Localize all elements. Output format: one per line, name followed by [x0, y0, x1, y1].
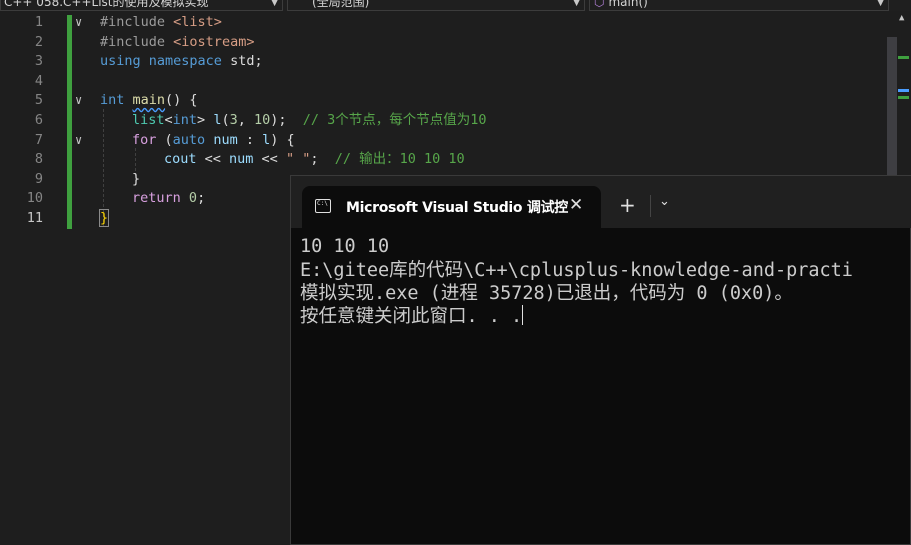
fold-chevron-icon[interactable]: ∨	[75, 131, 82, 151]
chevron-down-icon[interactable]: ⌄	[659, 194, 670, 209]
new-tab-button[interactable]: +	[619, 195, 636, 215]
line-number: 3	[34, 53, 43, 70]
chevron-down-icon: ▼	[573, 0, 580, 8]
line-number: 9	[34, 170, 43, 187]
code-line: int main() {	[100, 92, 198, 109]
console-output-line: 按任意键关闭此窗口. . .	[300, 305, 524, 328]
text-cursor	[522, 305, 524, 325]
fold-chevron-icon[interactable]: ∨	[75, 13, 82, 33]
function-cube-icon: ⬡	[594, 0, 605, 9]
project-name: C++ 058.C++List的使用及模拟实现	[4, 0, 209, 9]
scroll-error-marker	[898, 89, 909, 92]
line-number: 1	[34, 14, 43, 30]
scope-dropdown[interactable]: (全局范围) ▼	[287, 0, 585, 11]
project-dropdown[interactable]: C++ 058.C++List的使用及模拟实现 ▼	[0, 0, 283, 11]
code-line: for (auto num : l) {	[132, 131, 295, 148]
console-output-line: 模拟实现.exe (进程 35728)已退出，代码为 0 (0x0)。	[300, 283, 793, 304]
code-line: return 0;	[132, 190, 206, 207]
chevron-down-icon: ▼	[271, 0, 278, 8]
code-line: cout << num << " "; // 输出：10 10 10	[164, 151, 465, 168]
scope-name: (全局范围)	[312, 0, 370, 9]
code-line: list<int> l(3, 10); // 3个节点，每个节点值为10	[132, 112, 487, 128]
code-line: #include <list>	[100, 14, 222, 30]
console-output-line: E:\gitee库的代码\C++\cplusplus-knowledge-and…	[300, 260, 853, 281]
scroll-change-marker	[898, 56, 909, 59]
code-line: }	[132, 170, 141, 187]
line-number: 6	[34, 112, 43, 128]
line-number: 4	[34, 72, 43, 89]
scroll-change-marker	[898, 96, 909, 99]
console-tab-strip: Microsoft Visual Studio 调试控 ✕ + ⌄	[291, 176, 911, 228]
chevron-down-icon: ▼	[877, 0, 884, 8]
terminal-icon	[315, 199, 331, 213]
code-line: }	[98, 209, 110, 229]
change-tracking-bar	[67, 15, 72, 229]
fold-chevron-icon[interactable]: ∨	[75, 91, 82, 111]
tab-separator	[650, 195, 651, 217]
scrollbar-thumb[interactable]	[887, 37, 897, 185]
code-line: using namespace std;	[100, 53, 263, 70]
debug-console-window[interactable]: Microsoft Visual Studio 调试控 ✕ + ⌄ 10 10 …	[290, 175, 911, 545]
matched-brace: }	[98, 209, 110, 227]
line-number: 7	[34, 131, 43, 148]
console-prompt-text: 按任意键关闭此窗口. . .	[300, 306, 523, 327]
console-tab[interactable]: Microsoft Visual Studio 调试控 ✕	[302, 186, 601, 228]
line-number: 11	[26, 210, 43, 226]
console-output-line: 10 10 10	[300, 236, 390, 257]
scroll-up-arrow-icon[interactable]: ▲	[899, 13, 904, 23]
close-tab-icon[interactable]: ✕	[569, 195, 583, 215]
line-number: 5	[34, 92, 43, 109]
console-tab-title: Microsoft Visual Studio 调试控	[346, 200, 568, 216]
line-number: 8	[34, 151, 43, 168]
line-number: 10	[26, 190, 43, 207]
line-number: 2	[34, 33, 43, 50]
navigation-bar: C++ 058.C++List的使用及模拟实现 ▼ (全局范围) ▼ ⬡ main…	[0, 0, 911, 11]
member-dropdown[interactable]: ⬡ main() ▼	[589, 0, 889, 11]
member-name: main()	[608, 0, 648, 9]
code-line: #include <iostream>	[100, 33, 255, 50]
